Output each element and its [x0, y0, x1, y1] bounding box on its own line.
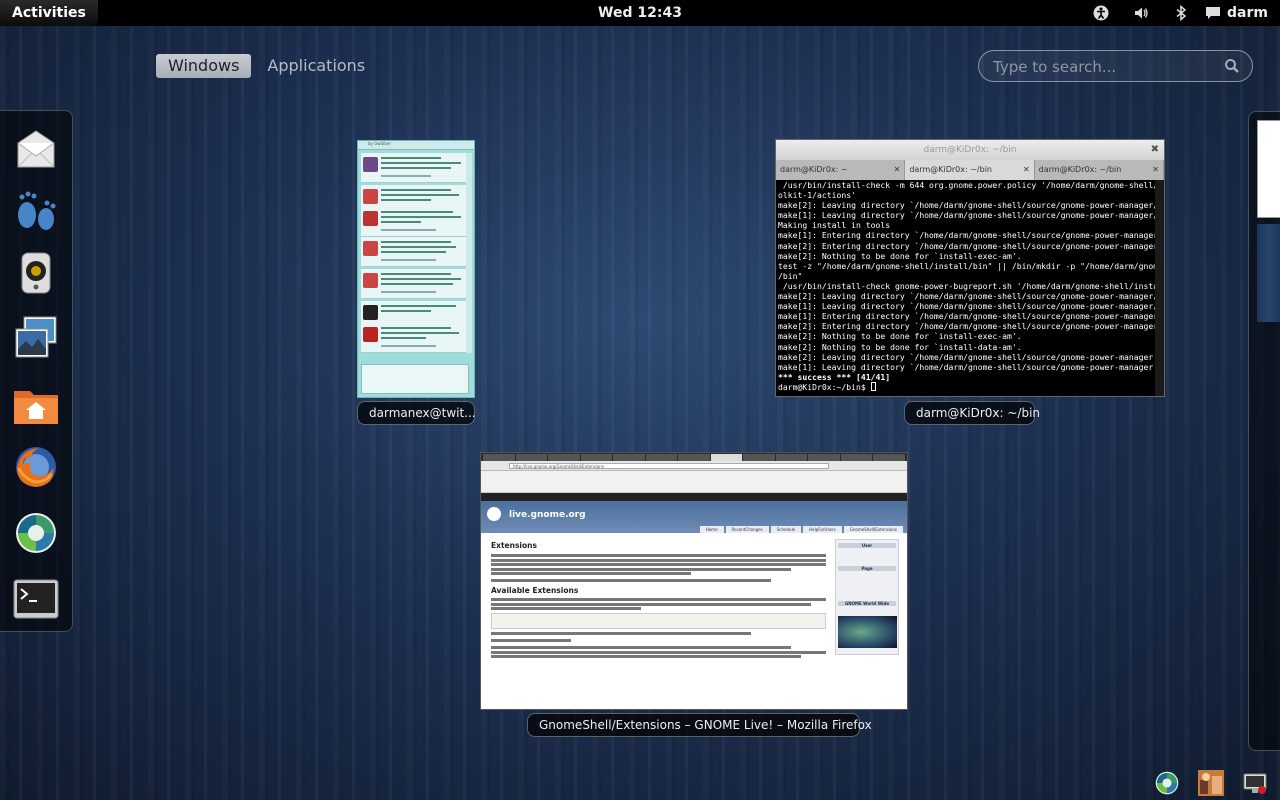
browser-navbar: http://live.gnome.org/GnomeShell/Extensi… [481, 461, 907, 471]
top-bar: Activities Wed 12:43 darm [0, 0, 1280, 26]
accessibility-icon[interactable] [1081, 0, 1121, 26]
close-icon: ✕ [1152, 165, 1159, 174]
terminal-line: olkit-1/actions' [778, 190, 856, 201]
avatar-tray-icon[interactable] [1194, 768, 1228, 798]
view-selector: Windows Applications [156, 54, 377, 78]
activities-button[interactable]: Activities [0, 0, 98, 26]
list-item [361, 153, 466, 183]
search-icon[interactable] [1224, 58, 1240, 74]
terminal-title: darm@KiDr0x: ~/bin [923, 145, 1017, 155]
terminal-line: /bin" [778, 270, 803, 281]
list-item [361, 269, 466, 299]
user-name: darm [1227, 5, 1268, 21]
workspace-switcher[interactable] [1248, 111, 1280, 751]
list-item [361, 237, 466, 267]
site-nav: Home RecentChanges Schedule HelpForUsers… [699, 526, 903, 533]
terminal-line: make[2]: Nothing to be done for `install… [778, 341, 1022, 352]
terminal-line: /usr/bin/install-check gnome-power-bugre… [778, 280, 1156, 291]
terminal-cursor [870, 381, 876, 391]
terminal-line: make[2]: Entering directory `/home/darm/… [778, 240, 1156, 251]
chat-icon [1206, 7, 1221, 19]
status-area: darm [1081, 0, 1280, 26]
list-item [361, 207, 466, 237]
compose-box [361, 364, 469, 394]
tab-windows[interactable]: Windows [156, 54, 252, 78]
terminal-line: make[2]: Leaving directory `/home/darm/g… [778, 291, 1156, 302]
volume-icon[interactable] [1121, 0, 1161, 26]
terminal-line: make[2]: Leaving directory `/home/darm/g… [778, 351, 1156, 362]
empathy-tray-icon[interactable] [1150, 768, 1184, 798]
user-menu[interactable]: darm [1201, 5, 1280, 21]
site-header: live.gnome.org Home RecentChanges Schedu… [481, 501, 907, 533]
bluetooth-icon[interactable] [1161, 0, 1201, 26]
terminal-line: make[1]: Entering directory `/home/darm/… [778, 311, 1156, 322]
twitter-window-thumbnail[interactable]: by Gwibber [357, 140, 475, 398]
terminal-titlebar: darm@KiDr0x: ~/bin ✖ [776, 140, 1164, 160]
terminal-line: /usr/bin/install-check -m 644 org.gnome.… [778, 180, 1156, 190]
list-item [361, 323, 466, 353]
firefox-window-thumbnail[interactable]: http://live.gnome.org/GnomeShell/Extensi… [480, 452, 908, 710]
site-name: live.gnome.org [509, 510, 586, 520]
scrollbar [466, 153, 472, 353]
bookmarks-bar [481, 471, 907, 493]
search-box [978, 50, 1253, 82]
url-bar: http://live.gnome.org/GnomeShell/Extensi… [509, 463, 829, 469]
window-caption-twitter[interactable]: darmanex@twit... [357, 401, 476, 425]
twitter-header: by Gwibber [358, 141, 474, 150]
close-icon: ✕ [893, 165, 901, 174]
terminal-output: /usr/bin/install-check -m 644 org.gnome.… [776, 180, 1156, 392]
window-caption-firefox[interactable]: GnomeShell/Extensions – GNOME Live! – Mo… [527, 713, 872, 737]
terminal-tabs: darm@KiDr0x: ~ ✕ darm@KiDr0x: ~/bin ✕ darm… [776, 160, 1164, 180]
clock[interactable]: Wed 12:43 [560, 0, 720, 26]
gnome-logo-icon [487, 507, 501, 521]
code-block [491, 613, 826, 629]
terminal-line: make[2]: Nothing to be done for `install… [778, 331, 1022, 342]
world-map [838, 616, 897, 648]
close-icon: ✖ [1150, 144, 1159, 155]
terminal-line: *** success *** [41/41] [778, 371, 891, 382]
firefox-icon[interactable] [12, 443, 60, 491]
page-sidebar: User Page GNOME World Wide [835, 539, 899, 655]
terminal-tab: darm@KiDr0x: ~/bin ✕ [905, 160, 1035, 180]
window-caption-terminal[interactable]: darm@KiDr0x: ~/bin [904, 401, 1040, 425]
terminal-line: Making install in tools [778, 220, 891, 231]
speaker-app-icon[interactable] [12, 249, 60, 297]
gnome-site-bar [481, 493, 907, 501]
workspace-thumbnail[interactable] [1257, 224, 1280, 322]
terminal-line: test -z "/home/darm/gnome-shell/install/… [778, 260, 1156, 271]
terminal-line: make[1]: Entering directory `/home/darm/… [778, 230, 1156, 241]
terminal-line: darm@KiDr0x:~/bin$ [778, 381, 871, 392]
search-input[interactable] [993, 56, 1213, 78]
terminal-tab: darm@KiDr0x: ~/bin ✕ [1035, 160, 1164, 180]
dash [0, 110, 73, 632]
terminal-line: make[2]: Nothing to be done for `install… [778, 250, 1022, 261]
mail-app-icon[interactable] [12, 125, 60, 173]
monitor-tray-icon[interactable] [1238, 768, 1272, 798]
terminal-line: make[2]: Entering directory `/home/darm/… [778, 321, 1156, 332]
photos-app-icon[interactable] [12, 313, 60, 361]
terminal-line: make[1]: Leaving directory `/home/darm/g… [778, 361, 1156, 372]
home-folder-icon[interactable] [12, 381, 60, 429]
terminal-line: make[2]: Leaving directory `/home/darm/g… [778, 200, 1156, 211]
workspace-thumbnail[interactable] [1257, 120, 1280, 218]
terminal-window-thumbnail[interactable]: darm@KiDr0x: ~/bin ✖ darm@KiDr0x: ~ ✕ dar… [775, 139, 1165, 397]
scrollbar [1155, 180, 1164, 396]
terminal-tab: darm@KiDr0x: ~ ✕ [776, 160, 906, 180]
empathy-icon[interactable] [12, 509, 60, 557]
close-icon: ✕ [1022, 165, 1030, 174]
browser-tabbar [481, 453, 907, 461]
tab-applications[interactable]: Applications [255, 54, 377, 78]
message-tray [1150, 768, 1280, 798]
gnome-foot-icon[interactable] [12, 187, 60, 235]
terminal-line: make[1]: Leaving directory `/home/darm/g… [778, 301, 1156, 312]
terminal-icon[interactable] [12, 575, 60, 623]
terminal-line: make[1]: Leaving directory `/home/darm/g… [778, 210, 1156, 221]
